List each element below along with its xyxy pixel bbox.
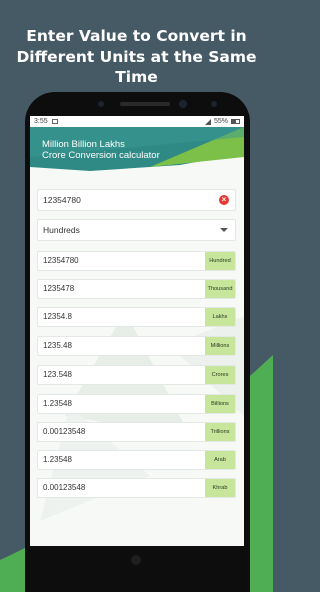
speaker-grille: [120, 102, 170, 106]
unit-dropdown-selected: Hundreds: [43, 225, 80, 235]
result-value: 12354.8: [43, 312, 72, 321]
value-input-text: 12354780: [43, 195, 81, 205]
result-row[interactable]: 0.00123548 Khrab: [37, 478, 236, 498]
result-row[interactable]: 1.23548 Billions: [37, 394, 236, 414]
front-camera-icon: [179, 100, 187, 108]
result-value: 123.548: [43, 370, 72, 379]
result-row[interactable]: 0.00123548 Trillions: [37, 422, 236, 442]
result-row[interactable]: 1235.48 Millions: [37, 336, 236, 356]
result-unit-label: Trillions: [205, 423, 235, 441]
result-row[interactable]: 12354780 Hundred: [37, 251, 236, 271]
result-value: 1.23548: [43, 455, 72, 464]
result-unit-label: Crores: [205, 366, 235, 384]
promo-headline: Enter Value to Convert in Different Unit…: [0, 26, 273, 88]
result-unit-label: Arab: [205, 451, 235, 469]
promo-line-2: Different Units at the Same: [16, 47, 257, 66]
result-unit-label: Thousand: [205, 280, 235, 298]
sensor-icon: [211, 101, 217, 107]
result-row[interactable]: 12354.8 Lakhs: [37, 307, 236, 327]
result-unit-label: Billions: [205, 395, 235, 413]
chevron-down-icon: [220, 228, 228, 232]
result-value: 1.23548: [43, 399, 72, 408]
phone-frame: 3:55 55% Million Billion Lakhs Crore Con…: [25, 92, 250, 592]
promo-line-1: Enter Value to Convert in: [26, 27, 247, 45]
result-row[interactable]: 123.548 Crores: [37, 365, 236, 385]
unit-dropdown[interactable]: Hundreds: [37, 219, 236, 241]
result-unit-label: Millions: [205, 337, 235, 355]
result-row[interactable]: 1235478 Thousand: [37, 279, 236, 299]
value-input[interactable]: 12354780 ×: [37, 189, 236, 211]
sensor-icon: [98, 101, 104, 107]
result-row[interactable]: 1.23548 Arab: [37, 450, 236, 470]
app-screen: 3:55 55% Million Billion Lakhs Crore Con…: [30, 116, 244, 546]
result-unit-label: Lakhs: [205, 308, 235, 326]
result-value: 1235.48: [43, 341, 72, 350]
result-value: 12354780: [43, 256, 79, 265]
result-unit-label: Khrab: [205, 479, 235, 497]
clear-icon[interactable]: ×: [219, 195, 229, 205]
result-value: 0.00123548: [43, 483, 86, 492]
result-unit-label: Hundred: [205, 252, 235, 270]
result-value: 0.00123548: [43, 427, 86, 436]
promo-line-3: Time: [115, 68, 158, 86]
nav-bar: [30, 554, 244, 566]
home-button[interactable]: [131, 555, 141, 565]
result-value: 1235478: [43, 284, 75, 293]
